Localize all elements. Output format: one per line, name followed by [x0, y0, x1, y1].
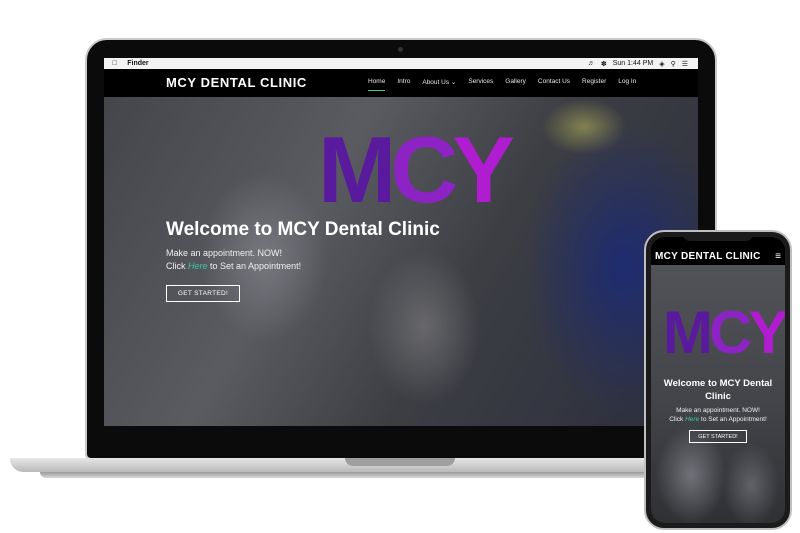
- nav-item-about-us[interactable]: About Us ⌄: [422, 78, 456, 86]
- nav-item-contact-us[interactable]: Contact Us: [538, 78, 570, 86]
- mobile-appointment-text: Click Here to Set an Appointment!: [651, 416, 785, 423]
- logo-letter-c: C: [390, 117, 458, 222]
- mobile-brand[interactable]: MCY DENTAL CLINIC: [655, 251, 761, 262]
- mobile-logo-letter-c: C: [708, 299, 752, 366]
- nav-item-register[interactable]: Register: [582, 78, 606, 86]
- menubar-clock[interactable]: Sun 1:44 PM: [613, 60, 653, 67]
- mobile-appointment-suffix: to Set an Appointment!: [699, 416, 767, 423]
- nav-item-services[interactable]: Services: [468, 78, 493, 86]
- apple-icon[interactable]: : [112, 60, 117, 67]
- list-icon[interactable]: ☰: [682, 60, 688, 68]
- appointment-text-prefix: Click: [166, 261, 188, 271]
- hero-title: Welcome to MCY Dental Clinic: [166, 219, 440, 240]
- camera-icon: [398, 47, 403, 52]
- logo-letter-y: Y: [452, 117, 515, 222]
- get-started-button[interactable]: GET STARTED!: [166, 285, 240, 302]
- hero-appointment-text: Click Here to Set an Appointment!: [166, 261, 301, 271]
- phone-notch: [683, 234, 753, 241]
- mobile-hero-section: MCY Welcome to MCY Dental Clinic Make an…: [651, 265, 785, 523]
- mobile-logo-letter-m: M: [663, 299, 713, 366]
- nav-item-intro[interactable]: Intro: [397, 78, 410, 86]
- laptop-screen:  Finder ♬ ✽ Sun 1:44 PM ◈ ⚲ ☰ MCY DENTA…: [104, 58, 698, 426]
- mobile-logo-letter-y: Y: [748, 299, 785, 366]
- menubar-status-area: ♬ ✽ Sun 1:44 PM ◈ ⚲ ☰: [588, 60, 698, 68]
- hero-subtitle: Make an appointment. NOW!: [166, 248, 283, 258]
- mac-menubar:  Finder ♬ ✽ Sun 1:44 PM ◈ ⚲ ☰: [104, 58, 698, 69]
- mobile-appointment-prefix: Click: [669, 416, 686, 423]
- site-header: MCY DENTAL CLINIC Home Intro About Us ⌄ …: [104, 69, 698, 97]
- hamburger-menu-icon[interactable]: ≡: [775, 251, 781, 262]
- nav-item-home[interactable]: Home: [368, 78, 386, 91]
- nav-item-gallery[interactable]: Gallery: [505, 78, 526, 86]
- laptop-notch: [345, 458, 455, 466]
- menubar-app-name[interactable]: Finder: [127, 60, 148, 67]
- logo-letter-m: M: [318, 117, 396, 222]
- hero-section: MCY Welcome to MCY Dental Clinic Make an…: [104, 97, 698, 426]
- appointment-text-suffix: to Set an Appointment!: [207, 261, 302, 271]
- mobile-here-link[interactable]: Here: [685, 416, 699, 423]
- nav-item-log-in[interactable]: Log In: [618, 78, 636, 86]
- site-brand[interactable]: MCY DENTAL CLINIC: [166, 75, 307, 90]
- mobile-hero-subtitle: Make an appointment. NOW!: [676, 407, 760, 414]
- mobile-header: MCY DENTAL CLINIC ≡: [651, 243, 785, 265]
- wifi-icon[interactable]: ◈: [659, 60, 664, 68]
- phone-screen: MCY DENTAL CLINIC ≡ MCY Welcome to MCY D…: [651, 237, 785, 523]
- mcy-logo: MCY: [318, 123, 515, 217]
- bluetooth-icon[interactable]: ✽: [601, 60, 607, 68]
- mobile-get-started-button[interactable]: GET STARTED!: [689, 430, 747, 443]
- here-link[interactable]: Here: [188, 261, 208, 271]
- search-icon[interactable]: ⚲: [671, 60, 676, 68]
- volume-icon[interactable]: ♬: [588, 60, 595, 67]
- mobile-mcy-logo: MCY: [663, 303, 785, 363]
- mobile-hero-title: Welcome to MCY Dental Clinic: [663, 378, 773, 402]
- site-nav-menu: Home Intro About Us ⌄ Services Gallery C…: [368, 78, 636, 91]
